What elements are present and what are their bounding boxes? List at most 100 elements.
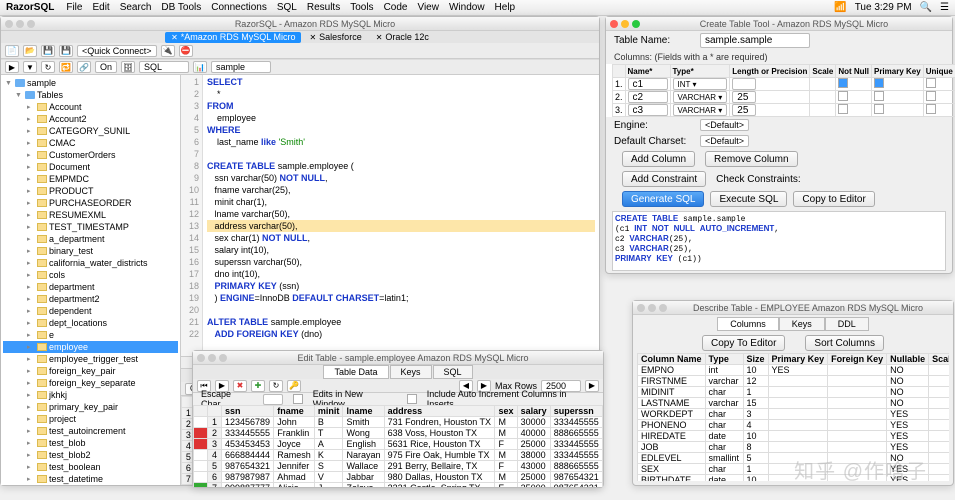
tree-table[interactable]: ▸ test_autoincrement: [3, 425, 178, 437]
tree-table[interactable]: ▸ test_blob2: [3, 449, 178, 461]
new-icon[interactable]: 📄: [5, 45, 19, 57]
copy-editor-button[interactable]: Copy to Editor: [793, 191, 874, 207]
history-icon[interactable]: 🔁: [59, 61, 73, 73]
len-input[interactable]: [732, 91, 756, 103]
unique-checkbox[interactable]: [926, 91, 936, 101]
execute-sql-button[interactable]: Execute SQL: [710, 191, 787, 207]
schema-select[interactable]: sample: [211, 61, 271, 73]
menu-icon[interactable]: ☰: [940, 2, 949, 13]
conn-tab[interactable]: ✕*Amazon RDS MySQL Micro: [165, 32, 301, 43]
edits-new-checkbox[interactable]: [293, 394, 303, 404]
run-icon[interactable]: ▶: [5, 61, 19, 73]
colname-input[interactable]: [628, 104, 668, 116]
save-icon[interactable]: 💾: [41, 45, 55, 57]
quick-connect[interactable]: <Quick Connect>: [77, 45, 157, 57]
create-columns-grid[interactable]: Name*Type*Length or PrecisionScaleNot Nu…: [606, 64, 952, 117]
notnull-checkbox[interactable]: [838, 104, 848, 114]
edit-tab[interactable]: Keys: [390, 365, 432, 379]
add-constraint-button[interactable]: Add Constraint: [622, 171, 706, 187]
tree-table[interactable]: ▸ project: [3, 413, 178, 425]
colname-input[interactable]: [628, 78, 668, 90]
charset-select[interactable]: <Default>: [700, 135, 749, 147]
tree-table[interactable]: ▸ Account2: [3, 113, 178, 125]
menu-help[interactable]: Help: [495, 2, 516, 13]
tree-table[interactable]: ▸ CATEGORY_SUNIL: [3, 125, 178, 137]
unique-checkbox[interactable]: [926, 104, 936, 114]
tree-table[interactable]: ▸ employee: [3, 341, 178, 353]
col-row[interactable]: 2.VARCHAR ▾: [613, 91, 955, 104]
save2-icon[interactable]: 💾: [59, 45, 73, 57]
tablename-input[interactable]: [700, 33, 810, 48]
table-row[interactable]: 5987654321JenniferSWallace291 Berry, Bel…: [194, 461, 603, 472]
connect-icon[interactable]: 🔌: [161, 45, 175, 57]
table-row[interactable]: JOBchar8YES: [638, 442, 950, 453]
edit-tab[interactable]: Table Data: [323, 365, 388, 379]
pk-checkbox[interactable]: [874, 104, 884, 114]
col-row[interactable]: 1.INT ▾: [613, 78, 955, 91]
table-row[interactable]: SEXchar1YES: [638, 464, 950, 475]
table-row[interactable]: 2333445555FranklinTWong638 Voss, Houston…: [194, 428, 603, 439]
menu-view[interactable]: View: [417, 2, 439, 13]
refresh2-icon[interactable]: ↻: [269, 380, 283, 392]
engine-select[interactable]: <Default>: [700, 119, 749, 131]
generate-sql-button[interactable]: Generate SQL: [622, 191, 704, 207]
menu-tools[interactable]: Tools: [350, 2, 373, 13]
on-toggle[interactable]: On: [95, 61, 117, 73]
add-icon[interactable]: ✚: [251, 380, 265, 392]
menu-sql[interactable]: SQL: [277, 2, 297, 13]
tree-tables[interactable]: ▼ Tables: [3, 89, 178, 101]
table-row[interactable]: HIREDATEdate10YES: [638, 431, 950, 442]
table-row[interactable]: MIDINITchar1NO: [638, 387, 950, 398]
tree-table[interactable]: ▸ PRODUCT: [3, 185, 178, 197]
conn-tab[interactable]: ✕Salesforce: [303, 32, 367, 43]
remove-column-button[interactable]: Remove Column: [705, 151, 797, 167]
db-tree[interactable]: ▼ sample▼ Tables▸ Account▸ Account2▸ CAT…: [1, 75, 181, 485]
tree-table[interactable]: ▸ a_department: [3, 233, 178, 245]
table-row[interactable]: 1123456789JohnBSmith731 Fondren, Houston…: [194, 417, 603, 428]
table-row[interactable]: 4666884444RameshKNarayan975 Fire Oak, Hu…: [194, 450, 603, 461]
notnull-checkbox[interactable]: [838, 78, 848, 88]
tree-table[interactable]: ▸ test_blob: [3, 437, 178, 449]
pk-checkbox[interactable]: [874, 91, 884, 101]
add-column-button[interactable]: Add Column: [622, 151, 695, 167]
len-input[interactable]: [732, 104, 756, 116]
tree-table[interactable]: ▸ department2: [3, 293, 178, 305]
schema-icon[interactable]: 📊: [193, 61, 207, 73]
inc-auto-checkbox[interactable]: [407, 394, 417, 404]
table-row[interactable]: FIRSTNMEvarchar12NO: [638, 376, 950, 387]
tree-table[interactable]: ▸ dependent: [3, 305, 178, 317]
copy-to-editor-button[interactable]: Copy To Editor: [702, 335, 785, 351]
describe-tab[interactable]: DDL: [825, 317, 869, 331]
menu-results[interactable]: Results: [307, 2, 340, 13]
edit-grid[interactable]: ssnfnameminitlnameaddresssexsalarysupers…: [193, 405, 603, 487]
menu-db tools[interactable]: DB Tools: [161, 2, 201, 13]
tree-table[interactable]: ▸ CustomerOrders: [3, 149, 178, 161]
table-row[interactable]: 6987987987AhmadVJabbar980 Dallas, Housto…: [194, 472, 603, 483]
tree-table[interactable]: ▸ primary_key_pair: [3, 401, 178, 413]
open-icon[interactable]: 📂: [23, 45, 37, 57]
tree-table[interactable]: ▸ e: [3, 329, 178, 341]
unique-checkbox[interactable]: [926, 78, 936, 88]
db-icon[interactable]: 🗄: [121, 61, 135, 73]
tree-table[interactable]: ▸ Account: [3, 101, 178, 113]
tree-table[interactable]: ▸ RESUMEXML: [3, 209, 178, 221]
notnull-checkbox[interactable]: [838, 91, 848, 101]
tree-table[interactable]: ▸ EMPMDC: [3, 173, 178, 185]
len-input[interactable]: [732, 78, 756, 90]
tree-table[interactable]: ▸ TEST_TIMESTAMP: [3, 221, 178, 233]
tree-root[interactable]: ▼ sample: [3, 77, 178, 89]
table-row[interactable]: 3453453453JoyceAEnglish5631 Rice, Housto…: [194, 439, 603, 450]
tree-table[interactable]: ▸ cols: [3, 269, 178, 281]
conn-tab[interactable]: ✕Oracle 12c: [370, 32, 435, 43]
menu-search[interactable]: Search: [120, 2, 152, 13]
menu-file[interactable]: File: [66, 2, 82, 13]
sql-select[interactable]: SQL: [139, 61, 189, 73]
pk-checkbox[interactable]: [874, 78, 884, 88]
sql-editor[interactable]: 12345678910111213141516171819202122 SELE…: [181, 75, 599, 356]
describe-tab[interactable]: Columns: [717, 317, 779, 331]
menu-edit[interactable]: Edit: [92, 2, 109, 13]
edit-tab[interactable]: SQL: [433, 365, 473, 379]
menu-window[interactable]: Window: [449, 2, 485, 13]
search-icon[interactable]: 🔍: [920, 2, 932, 13]
sort-columns-button[interactable]: Sort Columns: [805, 335, 884, 351]
